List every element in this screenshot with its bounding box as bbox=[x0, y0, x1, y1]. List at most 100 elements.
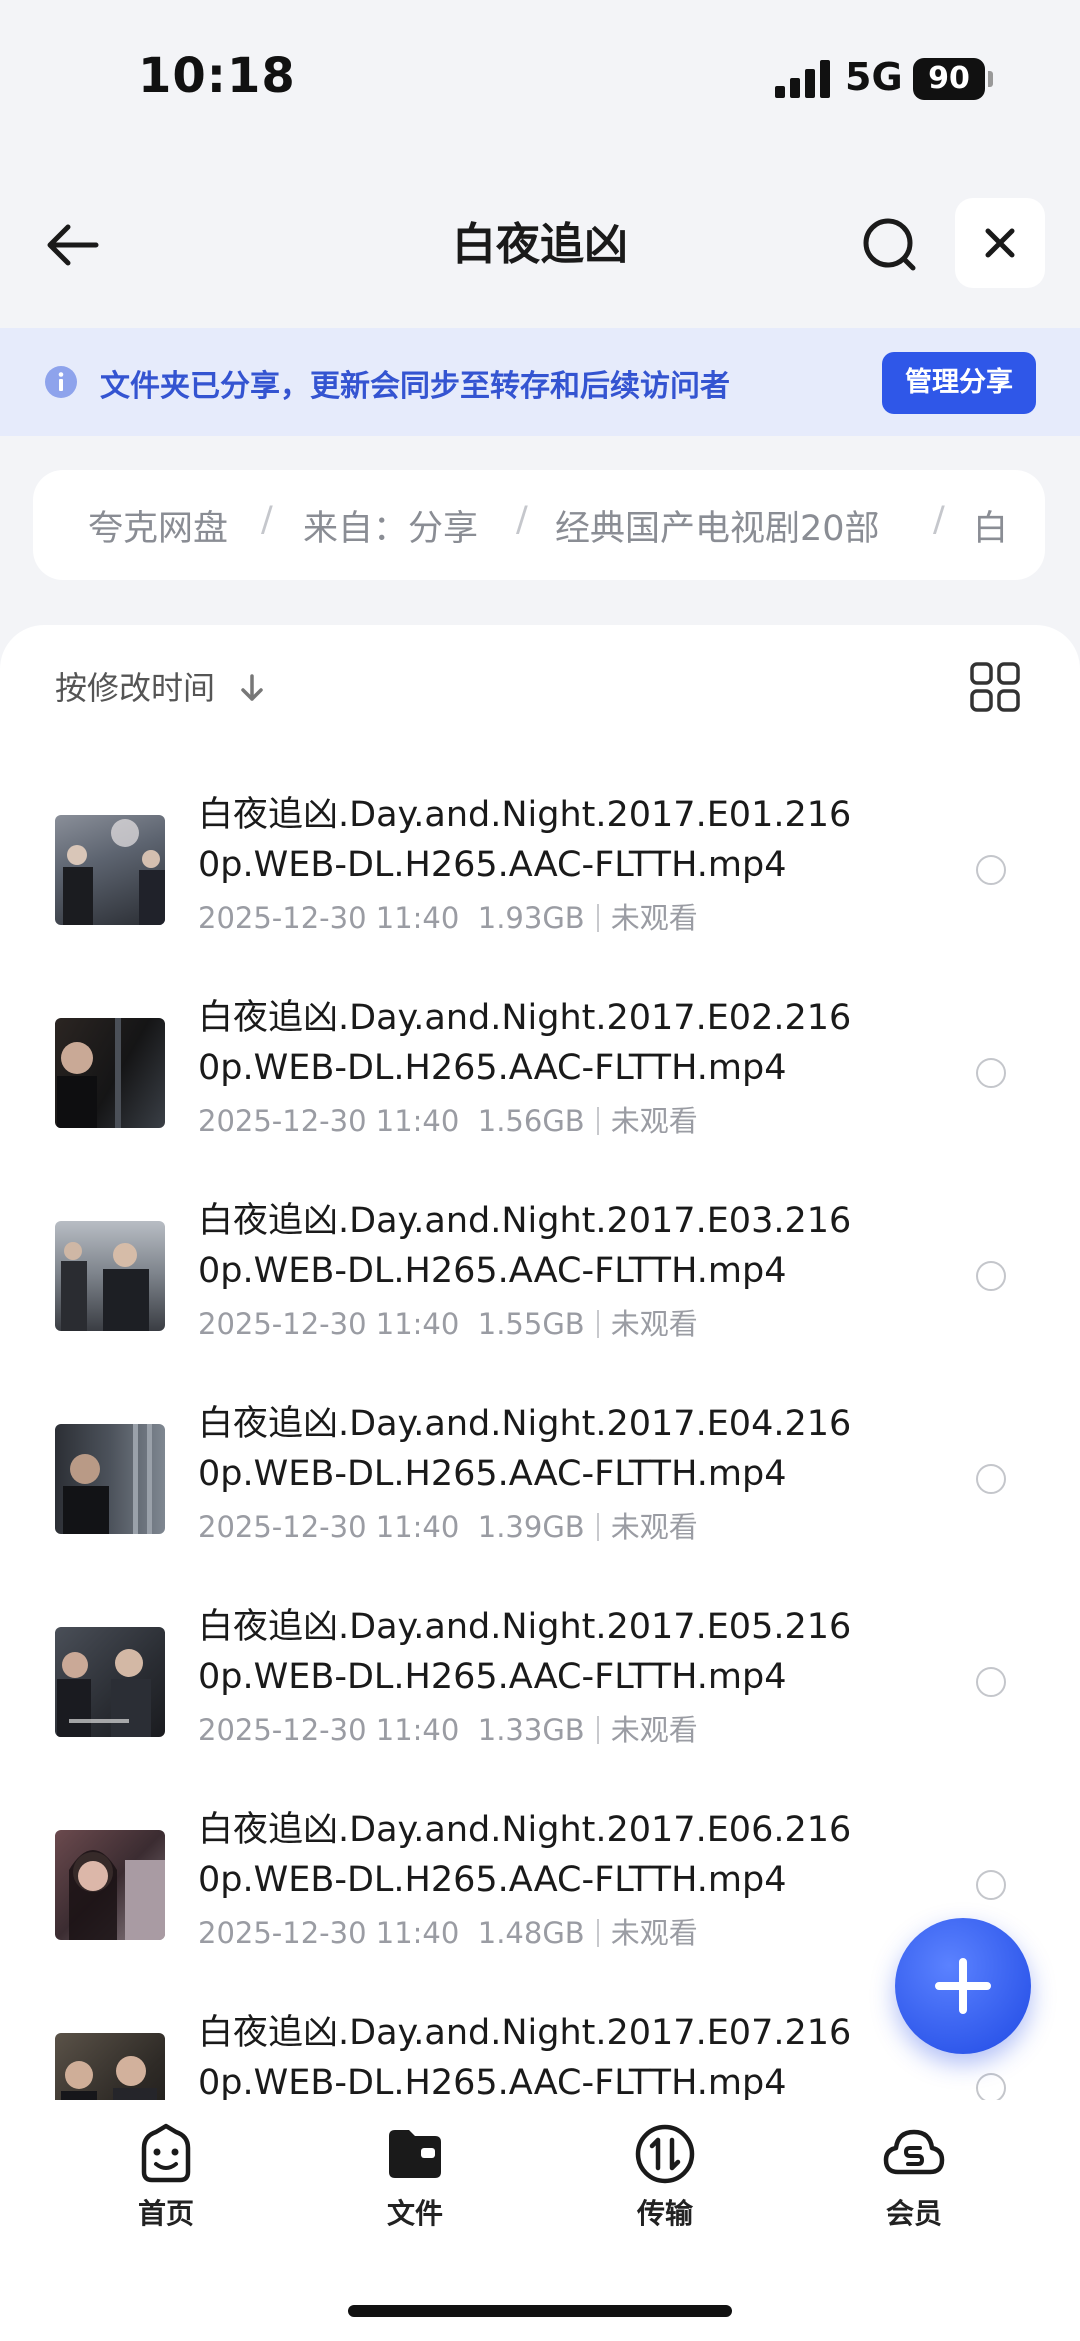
video-thumbnail bbox=[55, 2033, 165, 2105]
search-button[interactable] bbox=[855, 210, 925, 280]
nav-item-transfer[interactable]: 传输 bbox=[595, 2122, 735, 2232]
file-row[interactable]: 白夜追凶.Day.and.Night.2017.E05.2160p.WEB-DL… bbox=[0, 1592, 1080, 1792]
breadcrumb-item-collection[interactable]: 经典国产电视剧20部 bbox=[555, 500, 880, 551]
nav-item-home[interactable]: 首页 bbox=[96, 2122, 236, 2232]
file-name: 白夜追凶.Day.and.Night.2017.E05.2160p.WEB-DL… bbox=[198, 1607, 852, 1697]
status-bar: 10:18 5G 90 bbox=[0, 0, 1080, 160]
meta-divider bbox=[596, 1919, 599, 1947]
close-icon bbox=[985, 228, 1015, 258]
grid-view-button[interactable] bbox=[968, 660, 1022, 714]
folder-icon bbox=[389, 2130, 441, 2178]
file-meta: 2025-12-30 11:40 1.33GB 未观看 bbox=[198, 1707, 698, 1749]
watch-status: 未观看 bbox=[610, 1510, 698, 1544]
file-list-card: 按修改时间 白夜追凶.Day.and.Night.2017.E01.2160p.… bbox=[0, 625, 1080, 2105]
cloud-member-icon bbox=[883, 2129, 945, 2175]
nav-label-member: 会员 bbox=[885, 2197, 942, 2230]
file-row[interactable]: 白夜追凶.Day.and.Night.2017.E01.2160p.WEB-DL… bbox=[0, 780, 1080, 980]
file-meta: 2025-12-30 11:40 1.39GB 未观看 bbox=[198, 1504, 698, 1546]
signal-icon bbox=[775, 60, 831, 98]
file-name: 白夜追凶.Day.and.Night.2017.E04.2160p.WEB-DL… bbox=[198, 1404, 852, 1494]
file-row[interactable]: 白夜追凶.Day.and.Night.2017.E03.2160p.WEB-DL… bbox=[0, 1186, 1080, 1386]
nav-item-files[interactable]: 文件 bbox=[345, 2122, 485, 2232]
file-size: 1.39GB bbox=[477, 1510, 585, 1544]
select-radio[interactable] bbox=[976, 1261, 1006, 1291]
sort-label: 按修改时间 bbox=[55, 669, 216, 707]
status-time: 10:18 bbox=[138, 48, 296, 104]
file-date: 2025-12-30 11:40 bbox=[198, 1104, 460, 1138]
file-name: 白夜追凶.Day.and.Night.2017.E03.2160p.WEB-DL… bbox=[198, 1201, 852, 1291]
add-button[interactable] bbox=[895, 1918, 1031, 2054]
transfer-icon bbox=[635, 2124, 695, 2184]
nav-label-home: 首页 bbox=[137, 2197, 194, 2230]
file-date: 2025-12-30 11:40 bbox=[198, 1510, 460, 1544]
file-size: 1.55GB bbox=[477, 1307, 585, 1341]
video-thumbnail bbox=[55, 1018, 165, 1128]
breadcrumb-item-root[interactable]: 夸克网盘 bbox=[88, 500, 228, 551]
file-date: 2025-12-30 11:40 bbox=[198, 1713, 460, 1747]
sort-control[interactable]: 按修改时间 bbox=[55, 663, 263, 713]
file-meta: 2025-12-30 11:40 1.56GB 未观看 bbox=[198, 1098, 698, 1140]
arrow-left-icon bbox=[47, 224, 99, 266]
nav-item-member[interactable]: 会员 bbox=[844, 2122, 984, 2232]
file-row[interactable]: 白夜追凶.Day.and.Night.2017.E04.2160p.WEB-DL… bbox=[0, 1389, 1080, 1589]
breadcrumb-separator: / bbox=[261, 500, 273, 540]
file-size: 1.56GB bbox=[477, 1104, 585, 1138]
file-row[interactable]: 白夜追凶.Day.and.Night.2017.E02.2160p.WEB-DL… bbox=[0, 983, 1080, 1183]
back-button[interactable] bbox=[40, 210, 110, 280]
meta-divider bbox=[596, 1513, 599, 1541]
file-name: 白夜追凶.Day.and.Night.2017.E06.2160p.WEB-DL… bbox=[198, 1810, 852, 1900]
file-size: 1.33GB bbox=[477, 1713, 585, 1747]
file-name: 白夜追凶.Day.and.Night.2017.E07.2160p.WEB-DL… bbox=[198, 2013, 852, 2103]
meta-divider bbox=[596, 1107, 599, 1135]
select-radio[interactable] bbox=[976, 2073, 1006, 2103]
network-type: 5G bbox=[845, 55, 903, 99]
video-thumbnail bbox=[55, 815, 165, 925]
watch-status: 未观看 bbox=[610, 1916, 698, 1950]
battery-icon: 90 bbox=[913, 58, 985, 100]
meta-divider bbox=[596, 1716, 599, 1744]
search-icon bbox=[863, 218, 916, 271]
file-date: 2025-12-30 11:40 bbox=[198, 1307, 460, 1341]
select-radio[interactable] bbox=[976, 1058, 1006, 1088]
file-meta: 2025-12-30 11:40 1.93GB 未观看 bbox=[198, 895, 698, 937]
home-face-icon bbox=[141, 2123, 191, 2183]
video-thumbnail bbox=[55, 1424, 165, 1534]
nav-label-files: 文件 bbox=[386, 2197, 443, 2230]
close-button[interactable] bbox=[955, 198, 1045, 288]
file-date: 2025-12-30 11:40 bbox=[198, 1916, 460, 1950]
info-icon bbox=[45, 366, 77, 398]
select-radio[interactable] bbox=[976, 1870, 1006, 1900]
file-date: 2025-12-30 11:40 bbox=[198, 901, 460, 935]
file-size: 1.93GB bbox=[477, 901, 585, 935]
meta-divider bbox=[596, 904, 599, 932]
select-radio[interactable] bbox=[976, 855, 1006, 885]
app-screen: 10:18 5G 90 白夜追凶 文件夹已分享，更新会同步至转存和后续访问者 管… bbox=[0, 0, 1080, 2341]
manage-share-button[interactable]: 管理分享 bbox=[882, 352, 1036, 414]
breadcrumb-item-shared[interactable]: 来自：分享 bbox=[303, 500, 478, 551]
notice-text: 文件夹已分享，更新会同步至转存和后续访问者 bbox=[100, 369, 730, 404]
page-title: 白夜追凶 bbox=[452, 219, 628, 270]
breadcrumb: 夸克网盘 / 来自：分享 / 经典国产电视剧20部 / 白 bbox=[33, 470, 1045, 580]
breadcrumb-separator: / bbox=[933, 500, 945, 540]
meta-divider bbox=[596, 1310, 599, 1338]
file-name: 白夜追凶.Day.and.Night.2017.E01.2160p.WEB-DL… bbox=[198, 795, 852, 885]
watch-status: 未观看 bbox=[610, 901, 698, 935]
file-meta: 2025-12-30 11:40 1.48GB 未观看 bbox=[198, 1910, 698, 1952]
file-name: 白夜追凶.Day.and.Night.2017.E02.2160p.WEB-DL… bbox=[198, 998, 852, 1088]
breadcrumb-item-current[interactable]: 白 bbox=[973, 500, 1008, 551]
battery-tip bbox=[988, 71, 993, 87]
share-notice-banner: 文件夹已分享，更新会同步至转存和后续访问者 管理分享 bbox=[0, 328, 1080, 436]
nav-label-transfer: 传输 bbox=[636, 2197, 693, 2230]
video-thumbnail bbox=[55, 1221, 165, 1331]
select-radio[interactable] bbox=[976, 1464, 1006, 1494]
arrow-down-icon bbox=[241, 674, 263, 701]
header: 白夜追凶 bbox=[0, 190, 1080, 300]
select-radio[interactable] bbox=[976, 1667, 1006, 1697]
file-size: 1.48GB bbox=[477, 1916, 585, 1950]
file-meta: 2025-12-30 11:40 1.55GB 未观看 bbox=[198, 1301, 698, 1343]
watch-status: 未观看 bbox=[610, 1713, 698, 1747]
watch-status: 未观看 bbox=[610, 1104, 698, 1138]
video-thumbnail bbox=[55, 1830, 165, 1940]
breadcrumb-separator: / bbox=[516, 500, 528, 540]
watch-status: 未观看 bbox=[610, 1307, 698, 1341]
